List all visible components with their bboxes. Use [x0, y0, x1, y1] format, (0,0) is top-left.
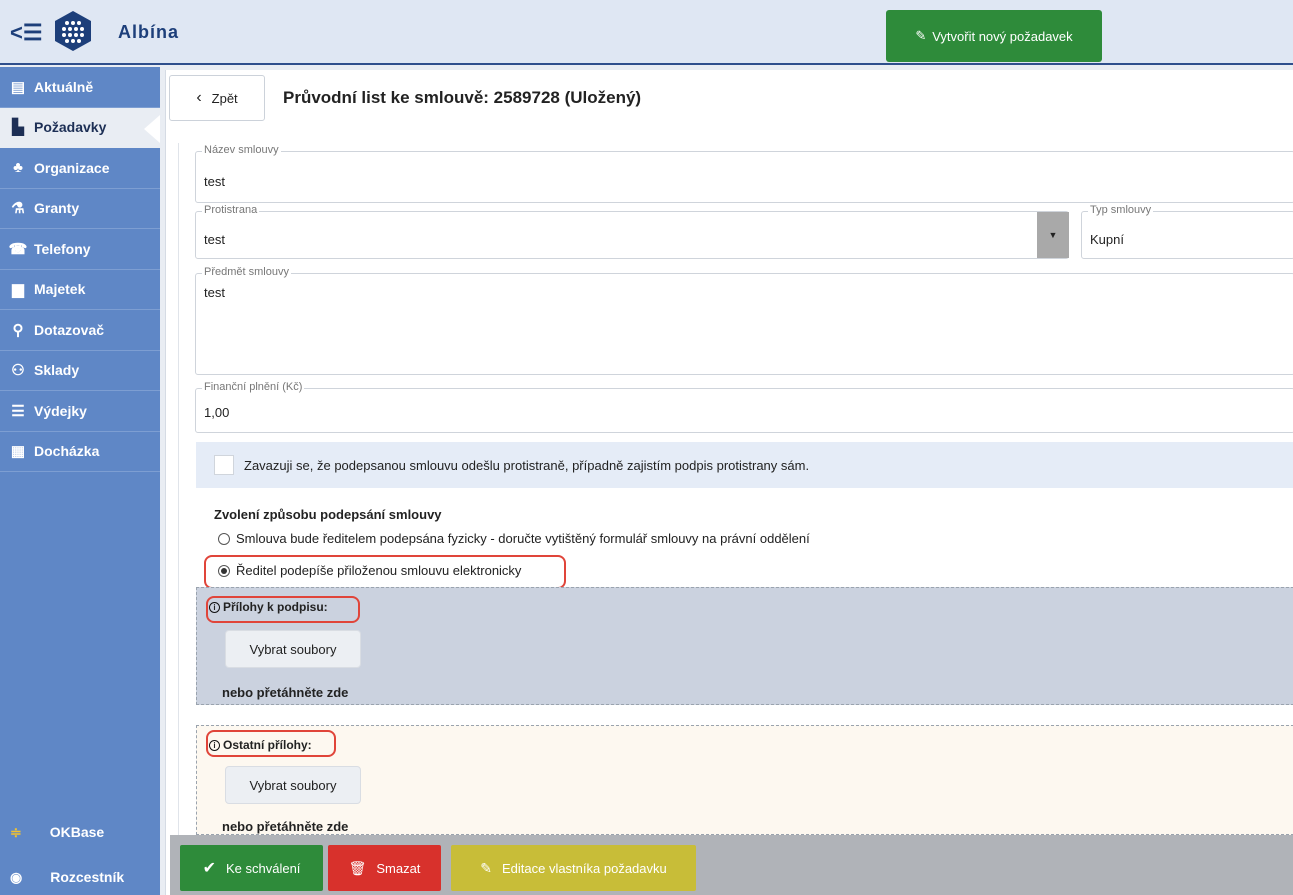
back-button[interactable]: ‹ Zpět — [169, 75, 265, 121]
approve-button[interactable]: ✔ Ke schválení — [180, 845, 323, 891]
counterparty-dropdown-button[interactable]: ▼ — [1037, 212, 1069, 258]
drop-hint: nebo přetáhněte zde — [222, 685, 349, 700]
new-request-label: Vytvořit nový požadavek — [932, 28, 1073, 44]
briefcase-icon: ▆ — [12, 281, 24, 299]
field-value: Kupní — [1090, 232, 1124, 247]
sidebar: ▤ Aktuálně ▙ Požadavky ♣ Organizace ⚗ Gr… — [0, 67, 160, 895]
sign-option-physical[interactable]: Smlouva bude ředitelem podepsána fyzicky… — [218, 531, 810, 546]
other-attachments-dropzone[interactable]: i Ostatní přílohy: Vybrat soubory nebo p… — [196, 725, 1293, 835]
sidebar-item-majetek[interactable]: ▆ Majetek — [0, 270, 160, 310]
sidebar-item-sklady[interactable]: ⚇ Sklady — [0, 351, 160, 391]
sidebar-item-telefony[interactable]: ☎ Telefony — [0, 229, 160, 270]
active-indicator — [144, 115, 160, 143]
edit-owner-button[interactable]: ✎ Editace vlastníka požadavku — [451, 845, 696, 891]
field-label: Název smlouvy — [202, 144, 281, 156]
check-icon: ✔ — [202, 860, 216, 877]
new-request-button[interactable]: ✎ Vytvořit nový požadavek — [886, 10, 1102, 62]
field-value: test — [204, 232, 225, 247]
main-content: ‹ Zpět Průvodní list ke smlouvě: 2589728… — [165, 70, 1293, 895]
trash-icon: 🗑 — [348, 859, 367, 876]
contract-name-field[interactable]: Název smlouvy test — [195, 144, 1293, 203]
drop-hint: nebo přetáhněte zde — [222, 819, 349, 834]
sidebar-item-label: OKBase — [49, 824, 105, 840]
sidebar-item-label: Sklady — [34, 362, 80, 379]
file-signature-icon: ▙ — [12, 119, 24, 137]
field-label: Předmět smlouvy — [202, 266, 291, 278]
approve-label: Ke schválení — [225, 860, 301, 876]
sidebar-item-label: Telefony — [34, 240, 91, 257]
okbase-icon: ≑ — [10, 823, 22, 840]
sidebar-item-rozcestnik[interactable]: ◉ Rozcestník — [0, 857, 160, 895]
contract-subject-textarea[interactable]: Předmět smlouvy test — [195, 266, 1293, 375]
top-bar: <☰ Albína ✎ Vytvořit nový požadavek — [0, 0, 1293, 65]
radio-label: Smlouva bude ředitelem podepsána fyzicky… — [236, 531, 810, 546]
sidebar-item-dochazka[interactable]: ▦ Docházka — [0, 432, 160, 472]
contract-type-select[interactable]: Typ smlouvy Kupní — [1081, 204, 1293, 259]
sidebar-item-label: Granty — [34, 200, 80, 217]
field-value: 1,00 — [204, 405, 230, 420]
highlight-electronic — [204, 555, 566, 589]
delete-label: Smazat — [376, 860, 421, 876]
sidebar-item-label: Docházka — [34, 443, 100, 460]
pick-files-button[interactable]: Vybrat soubory — [225, 766, 361, 804]
consent-row: Zavazuji se, že podepsanou smlouvu odešl… — [196, 442, 1293, 488]
people-carry-icon: ⚇ — [11, 362, 25, 380]
newspaper-icon: ▤ — [10, 78, 26, 96]
flask-icon: ⚗ — [11, 200, 25, 218]
pencil-icon: ✎ — [480, 859, 492, 876]
sign-method-title: Zvolení způsobu podepsání smlouvy — [214, 507, 442, 522]
field-label: Typ smlouvy — [1088, 204, 1154, 216]
collapse-menu-icon[interactable]: <☰ — [10, 20, 43, 46]
edit-file-icon: ✎ — [915, 28, 927, 43]
sidebar-item-vydejky[interactable]: ☰ Výdejky — [0, 391, 160, 432]
consent-text: Zavazuji se, že podepsanou smlouvu odešl… — [244, 457, 810, 473]
logo-icon — [55, 11, 91, 51]
sidebar-item-aktualne[interactable]: ▤ Aktuálně — [0, 67, 160, 108]
consent-checkbox[interactable] — [214, 455, 234, 475]
radio-button[interactable] — [218, 532, 230, 545]
edit-owner-label: Editace vlastníka požadavku — [501, 860, 667, 876]
sidebar-item-label: Majetek — [34, 281, 86, 298]
sidebar-item-granty[interactable]: ⚗ Granty — [0, 189, 160, 229]
app-name: Albína — [118, 22, 180, 42]
pick-files-button[interactable]: Vybrat soubory — [225, 630, 361, 668]
action-bar: ✔ Ke schválení 🗑 Smazat ✎ Editace vlastn… — [170, 835, 1293, 895]
counterparty-field[interactable]: Protistrana test ▼ — [195, 204, 1069, 259]
search-icon: ⚲ — [12, 321, 24, 339]
back-label: Zpět — [211, 90, 238, 106]
phone-icon: ☎ — [8, 240, 28, 258]
sidebar-item-dotazovac[interactable]: ⚲ Dotazovač — [0, 310, 160, 351]
delete-button[interactable]: 🗑 Smazat — [328, 845, 441, 891]
sidebar-item-label: Požadavky — [34, 119, 107, 136]
calendar-icon: ▦ — [10, 443, 26, 461]
field-label: Protistrana — [202, 204, 260, 216]
field-value: test — [204, 285, 225, 300]
sidebar-item-label: Organizace — [34, 159, 110, 176]
sidebar-item-label: Aktuálně — [34, 78, 94, 95]
sitemap-icon: ♣ — [13, 159, 23, 177]
sidebar-item-label: Rozcestník — [50, 869, 125, 885]
chevron-left-icon: ‹ — [196, 89, 202, 106]
sidebar-item-organizace[interactable]: ♣ Organizace — [0, 148, 160, 189]
sidebar-item-okbase[interactable]: ≑ OKBase — [0, 812, 160, 852]
sidebar-item-pozadavky[interactable]: ▙ Požadavky — [0, 107, 160, 148]
field-label: Finanční plnění (Kč) — [202, 381, 305, 393]
sidebar-item-label: Dotazovač — [34, 321, 105, 338]
sign-attachments-dropzone[interactable]: i Přílohy k podpisu: Vybrat soubory nebo… — [196, 587, 1293, 705]
highlight-other-attachments — [206, 730, 336, 757]
page-title: Průvodní list ke smlouvě: 2589728 (Ulože… — [283, 88, 642, 107]
sidebar-item-label: Výdejky — [34, 402, 87, 419]
highlight-sign-attachments — [206, 596, 360, 623]
financial-field[interactable]: Finanční plnění (Kč) 1,00 — [195, 381, 1293, 433]
receipt-icon: ☰ — [11, 402, 25, 420]
crossroads-icon: ◉ — [10, 868, 23, 885]
field-value: test — [204, 174, 225, 189]
